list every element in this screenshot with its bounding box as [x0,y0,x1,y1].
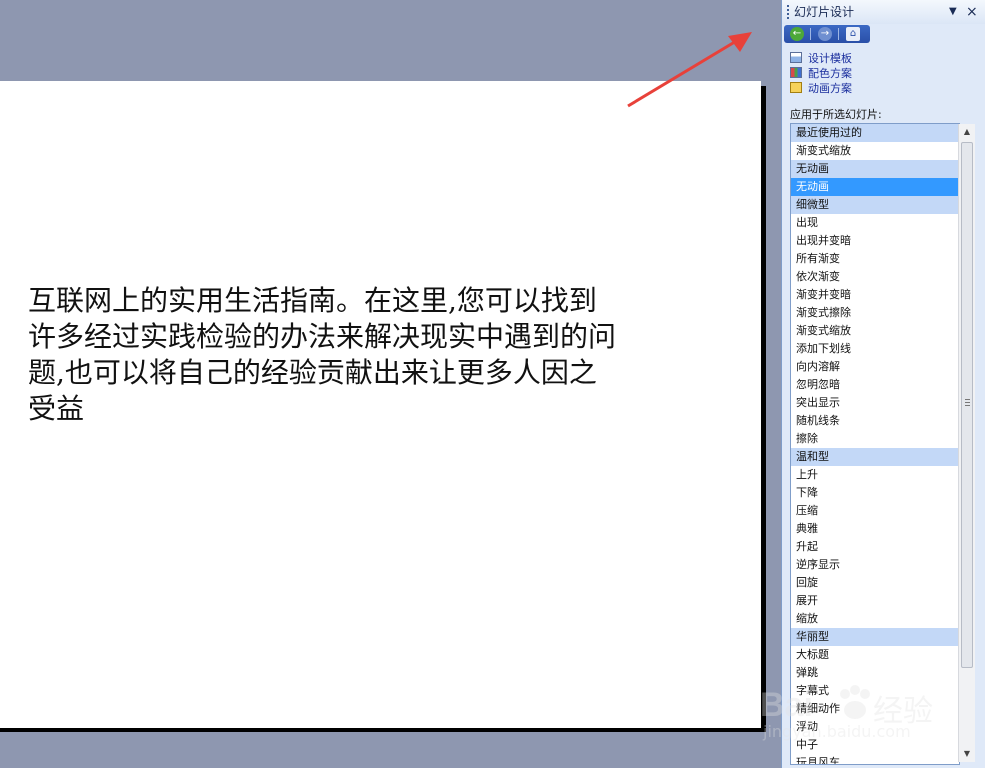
list-item[interactable]: 渐变式擦除 [791,304,959,322]
color-scheme-link[interactable]: 配色方案 [790,67,852,81]
design-template-icon [790,52,802,63]
list-item[interactable]: 所有渐变 [791,250,959,268]
list-item[interactable]: 渐变式缩放 [791,142,959,160]
list-item[interactable]: 出现 [791,214,959,232]
list-group-header: 华丽型 [791,628,959,646]
list-item[interactable]: 无动画 [791,178,959,196]
slide-canvas[interactable]: 互联网上的实用生活指南。在这里,您可以找到许多经过实践检验的办法来解决现实中遇到… [0,81,761,728]
list-item[interactable]: 上升 [791,466,959,484]
scroll-thumb[interactable] [961,142,973,668]
list-item[interactable]: 随机线条 [791,412,959,430]
link-label: 配色方案 [808,67,852,80]
list-item[interactable]: 添加下划线 [791,340,959,358]
list-item[interactable]: 回旋 [791,574,959,592]
list-item[interactable]: 缩放 [791,610,959,628]
list-group-header: 温和型 [791,448,959,466]
list-item[interactable]: 渐变并变暗 [791,286,959,304]
close-icon[interactable]: × [966,0,978,24]
list-item[interactable]: 典雅 [791,520,959,538]
list-group-header: 细微型 [791,196,959,214]
scroll-grip-icon [965,399,970,406]
list-scrollbar[interactable]: ▲ ▼ [958,124,975,762]
list-item[interactable]: 忽明忽暗 [791,376,959,394]
animation-scheme-link[interactable]: 动画方案 [790,82,852,96]
nav-separator [810,28,811,40]
design-template-link[interactable]: 设计模板 [790,52,852,66]
list-item[interactable]: 出现并变暗 [791,232,959,250]
list-item[interactable]: 向内溶解 [791,358,959,376]
list-item[interactable]: 弹跳 [791,664,959,682]
list-item[interactable]: 浮动 [791,718,959,736]
list-item[interactable]: 逆序显示 [791,556,959,574]
list-item[interactable]: 渐变式缩放 [791,322,959,340]
task-pane-nav-bar: ← → ⌂ [784,25,870,43]
home-icon[interactable]: ⌂ [846,27,860,41]
list-item[interactable]: 下降 [791,484,959,502]
list-item[interactable]: 压缩 [791,502,959,520]
list-item[interactable]: 展开 [791,592,959,610]
list-item[interactable]: 升起 [791,538,959,556]
link-label: 设计模板 [808,52,852,65]
scroll-up-icon[interactable]: ▲ [959,124,975,140]
nav-separator [838,28,839,40]
scroll-down-icon[interactable]: ▼ [959,746,975,762]
pane-dropdown-icon[interactable]: ▼ [949,0,957,24]
drag-grip-icon[interactable] [787,5,789,19]
task-pane-title-bar: 幻灯片设计 ▼ × [782,0,985,24]
list-item[interactable]: 精细动作 [791,700,959,718]
slide-body-text[interactable]: 互联网上的实用生活指南。在这里,您可以找到许多经过实践检验的办法来解决现实中遇到… [28,283,618,427]
back-icon[interactable]: ← [790,27,804,41]
color-scheme-icon [790,67,802,78]
list-item[interactable]: 字幕式 [791,682,959,700]
list-item[interactable]: 大标题 [791,646,959,664]
animation-scheme-list[interactable]: 最近使用过的 渐变式缩放 无动画 无动画 细微型 出现 出现并变暗 所有渐变 依次渐变 渐变并变暗… [790,123,960,765]
animation-scheme-icon [790,82,802,93]
list-item[interactable]: 中子 [791,736,959,754]
task-pane-title: 幻灯片设计 [794,5,855,19]
list-item[interactable]: 玩具风车 [791,754,959,764]
slide-design-task-pane: 幻灯片设计 ▼ × ← → ⌂ 设计模板 配色方案 动画方案 应用于所选幻灯片:… [781,0,985,768]
link-label: 动画方案 [808,82,852,95]
list-group-header: 最近使用过的 [791,124,959,142]
apply-to-selected-label: 应用于所选幻灯片: [790,108,882,121]
list-item[interactable]: 擦除 [791,430,959,448]
forward-icon[interactable]: → [818,27,832,41]
annotation-arrow [627,32,752,108]
list-item[interactable]: 无动画 [791,160,959,178]
list-item[interactable]: 突出显示 [791,394,959,412]
list-item[interactable]: 依次渐变 [791,268,959,286]
